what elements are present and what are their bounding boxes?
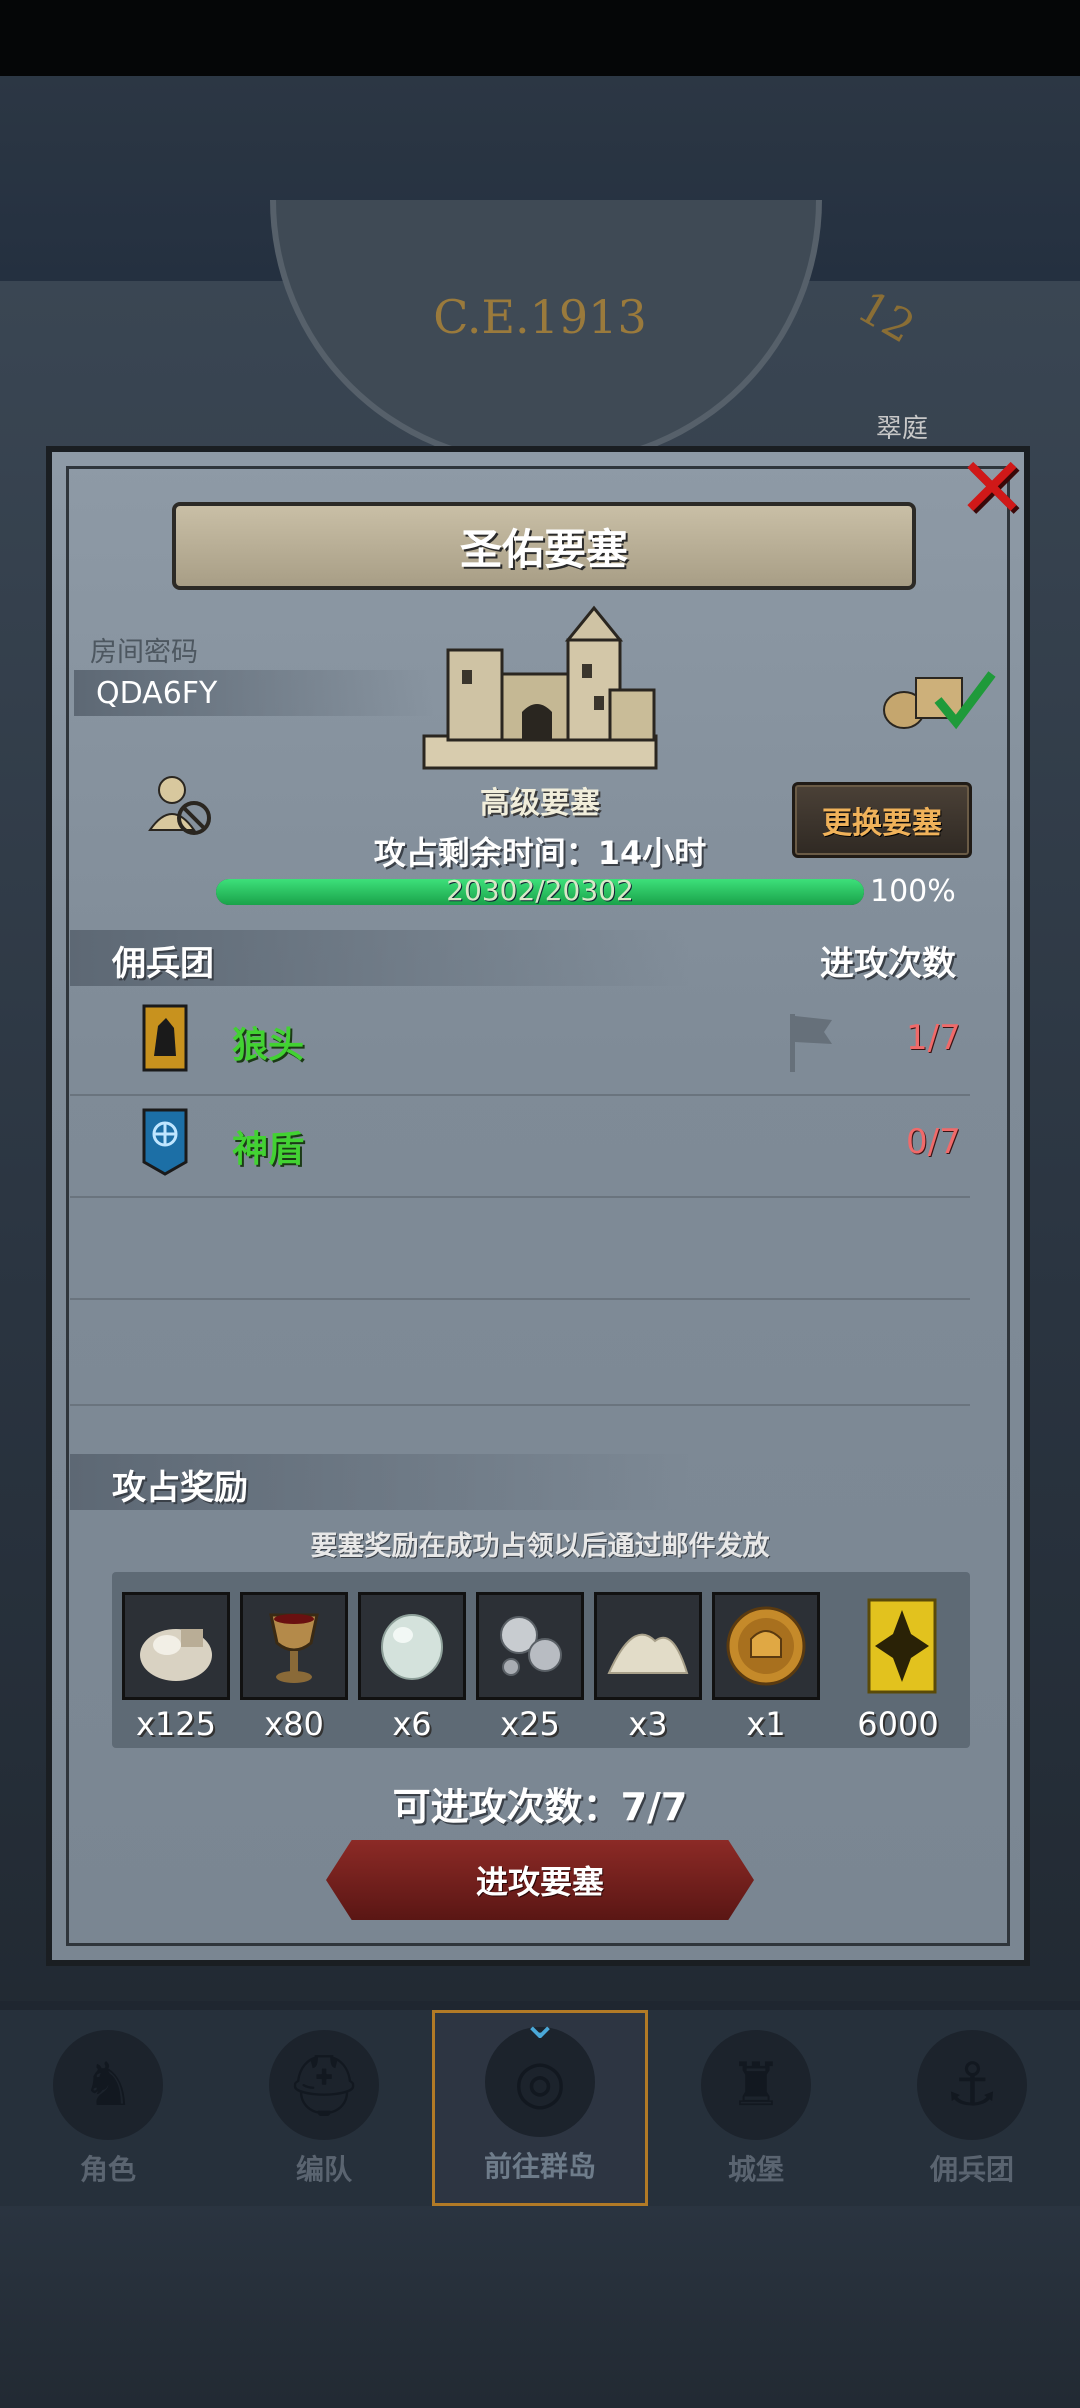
knight-icon: ♞ — [53, 2030, 163, 2140]
attack-fortress-button[interactable]: 进攻要塞 — [326, 1840, 754, 1920]
shield-banner-icon — [142, 1108, 188, 1176]
change-fortress-button[interactable]: 更换要塞 — [792, 782, 972, 858]
goblet-icon — [269, 1613, 319, 1683]
nav-label: 城堡 — [727, 2153, 784, 2186]
reward-item[interactable] — [476, 1592, 584, 1700]
room-code-value[interactable]: QDA6FY — [96, 676, 217, 711]
nav-item-role[interactable]: ♞ 角色 — [0, 2010, 216, 2206]
gold-rank-emblem-icon — [867, 1598, 937, 1694]
nav-item-castle[interactable]: ♜ 城堡 — [648, 2010, 864, 2206]
nav-label: 前往群岛 — [483, 2150, 596, 2183]
helmet-icon: ⛑ — [269, 2030, 379, 2140]
silver-ore-icon — [500, 1616, 562, 1676]
castle-icon — [422, 605, 658, 770]
close-x-icon: ✕ — [956, 439, 1028, 537]
no-user-icon — [148, 776, 211, 835]
flag-icon — [790, 1014, 832, 1072]
reward-qty: x3 — [628, 1705, 668, 1743]
reward-item[interactable] — [358, 1592, 466, 1700]
flour-sack-icon — [140, 1629, 212, 1681]
reward-item[interactable] — [712, 1592, 820, 1700]
attempt-count: 1/7 — [906, 1018, 961, 1058]
reward-qty: x25 — [500, 1705, 560, 1743]
bottom-background — [0, 2206, 1080, 2408]
reward-item[interactable] — [240, 1592, 348, 1700]
status-bar — [0, 0, 1080, 76]
moonstone-icon — [381, 1614, 443, 1680]
hp-bar-text: 20302/20302 — [446, 874, 634, 907]
reward-qty: x80 — [264, 1705, 324, 1743]
reward-item[interactable] — [594, 1592, 702, 1700]
reward-item[interactable] — [122, 1592, 230, 1700]
salt-pile-icon — [607, 1633, 689, 1674]
location-tag: 翠庭 — [876, 414, 929, 444]
room-code-label: 房间密码 — [90, 637, 198, 668]
ship-icon: ⚓ — [917, 2030, 1027, 2140]
mercenary-name: 狼头 — [232, 1025, 305, 1066]
reward-header: 攻占奖励 — [112, 1468, 248, 1508]
supply-check-icon[interactable] — [876, 664, 996, 732]
mercenary-row[interactable]: 狼头 1/7 — [70, 992, 970, 1096]
nav-label: 编队 — [295, 2153, 352, 2186]
chevron-down-icon: ⌄ — [520, 1995, 560, 2049]
nav-item-mercenary[interactable]: ⚓ 佣兵团 — [864, 2010, 1080, 2206]
reward-qty: x6 — [392, 1705, 432, 1743]
nav-label: 角色 — [79, 2153, 136, 2186]
close-button[interactable]: ✕ — [952, 439, 1032, 537]
row-divider — [70, 1404, 970, 1406]
attempts-header: 进攻次数 — [820, 944, 956, 984]
gold-helmet-coin-icon — [726, 1606, 806, 1686]
attack-count: 可进攻次数：7/7 — [392, 1785, 688, 1829]
modal-title: 圣佑要塞 — [172, 502, 916, 590]
castle-icon: ♜ — [701, 2030, 811, 2140]
reward-qty: 6000 — [857, 1705, 939, 1743]
reward-item[interactable] — [848, 1592, 956, 1700]
nav-label: 佣兵团 — [929, 2153, 1014, 2186]
attempt-count: 0/7 — [906, 1122, 961, 1162]
mercenary-name: 神盾 — [232, 1129, 305, 1170]
mercenary-row[interactable]: 神盾 0/7 — [70, 1094, 970, 1198]
reward-qty: x125 — [135, 1705, 216, 1743]
reward-qty: x1 — [746, 1705, 786, 1743]
wolf-banner-icon — [142, 1004, 188, 1072]
mercenary-header: 佣兵团 — [112, 944, 214, 984]
reward-note: 要塞奖励在成功占领以后通过邮件发放 — [310, 1531, 770, 1562]
nav-item-formation[interactable]: ⛑ 编队 — [216, 2010, 432, 2206]
row-divider — [70, 1298, 970, 1300]
hp-percent: 100% — [870, 874, 956, 909]
